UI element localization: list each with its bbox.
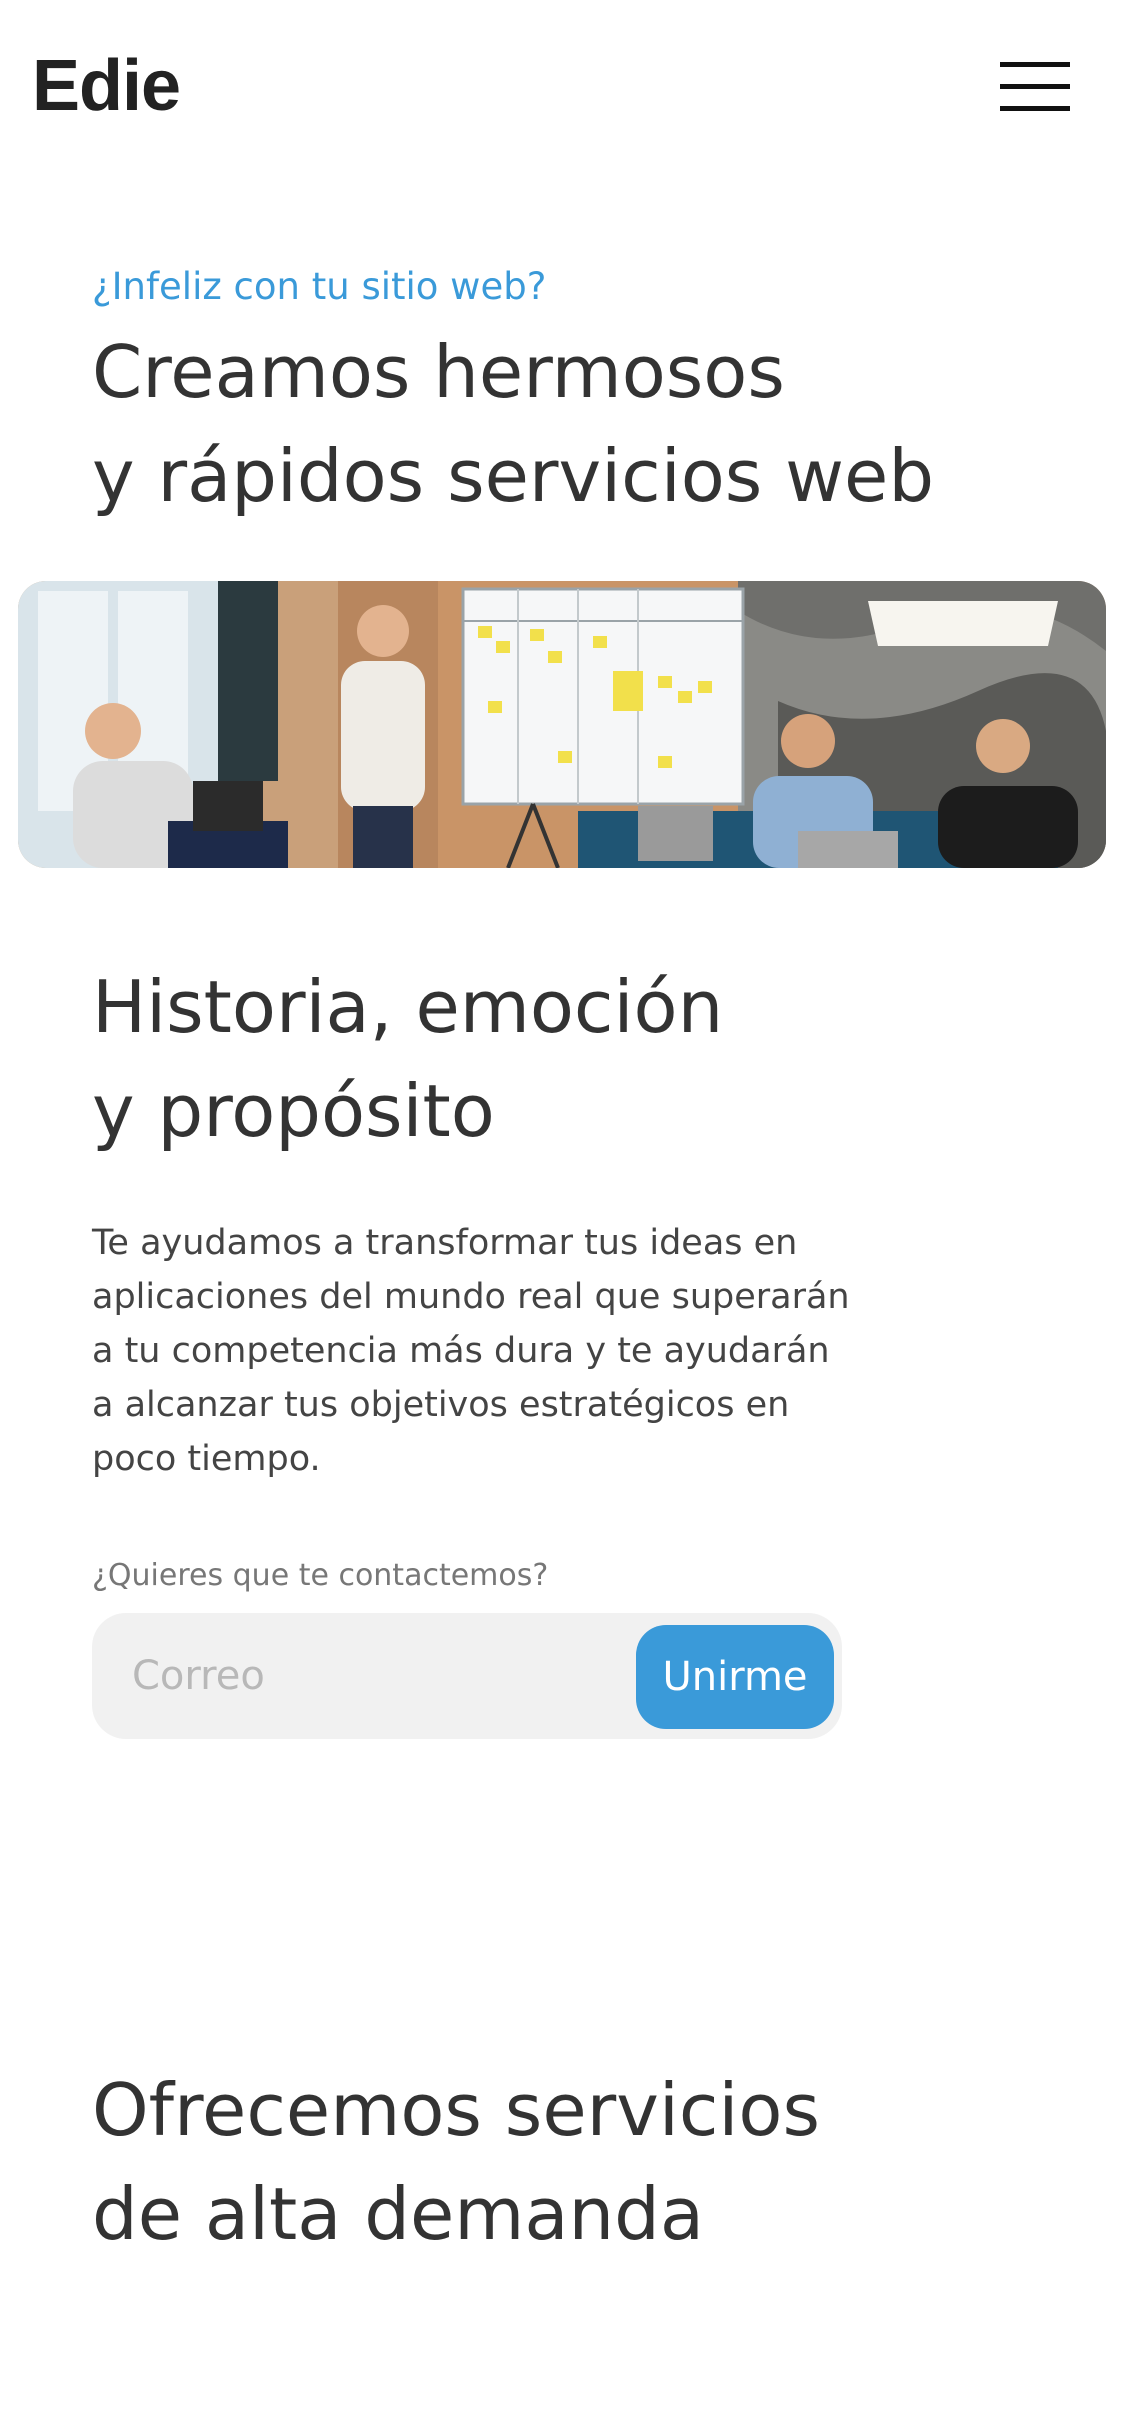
hero-title-line-1: Creamos hermosos	[92, 330, 785, 414]
hero-title: Creamos hermosos y rápidos servicios web	[92, 320, 1092, 528]
landing-page: Edie ¿Infeliz con tu sitio web? Creamos …	[0, 0, 1125, 2436]
hero-title-line-2: y rápidos servicios web	[92, 434, 935, 518]
menu-line-middle	[1000, 84, 1070, 89]
about-title-line-2: y propósito	[92, 1069, 495, 1153]
about-title-line-1: Historia, emoción	[92, 965, 724, 1049]
services-title: Ofrecemos servicios de alta demanda	[92, 2058, 992, 2266]
contact-label: ¿Quieres que te contactemos?	[92, 1558, 549, 1593]
signup-form: Unirme	[92, 1613, 842, 1739]
services-title-line-2: de alta demanda	[92, 2172, 704, 2256]
hamburger-menu-icon[interactable]	[1000, 62, 1074, 112]
about-description: Te ayudamos a transformar tus ideas en a…	[92, 1223, 850, 1479]
team-meeting-photo	[18, 581, 1106, 868]
menu-line-top	[1000, 62, 1070, 67]
join-button[interactable]: Unirme	[636, 1625, 834, 1729]
hero-eyebrow: ¿Infeliz con tu sitio web?	[92, 265, 547, 308]
email-input[interactable]	[132, 1641, 652, 1711]
menu-line-bottom	[1000, 106, 1070, 111]
team-meeting-illustration	[18, 581, 1106, 868]
about-title: Historia, emoción y propósito	[92, 955, 992, 1163]
services-title-line-1: Ofrecemos servicios	[92, 2068, 820, 2152]
logo[interactable]: Edie	[32, 42, 181, 130]
